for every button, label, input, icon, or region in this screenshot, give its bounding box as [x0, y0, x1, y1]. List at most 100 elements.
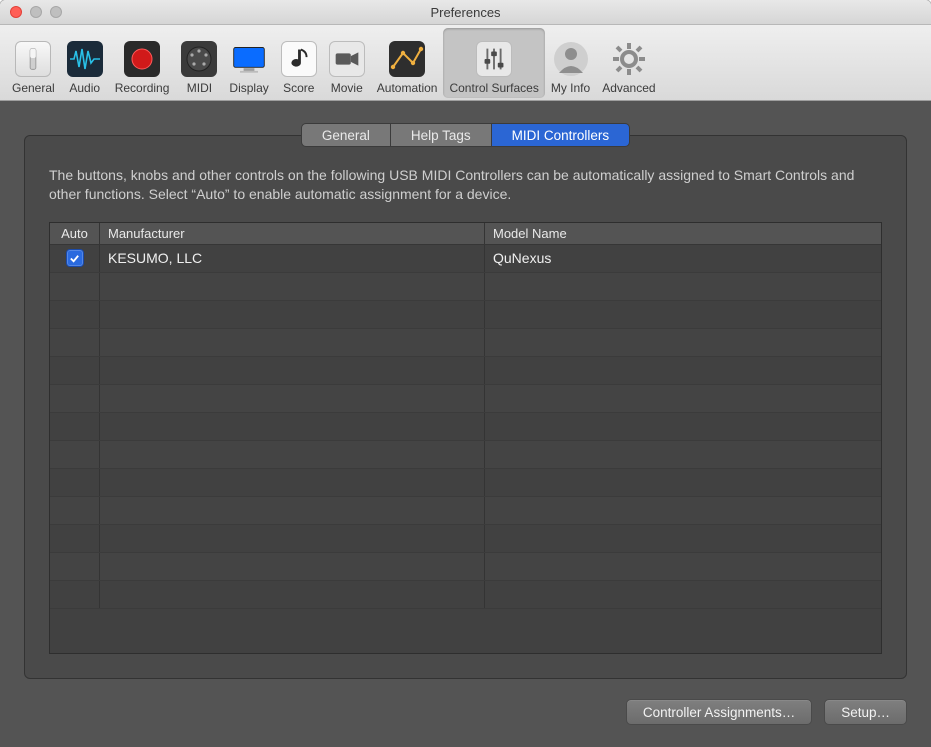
preferences-body: General Help Tags MIDI Controllers The b… [0, 101, 931, 747]
cell-empty [50, 497, 100, 524]
column-header-auto[interactable]: Auto [50, 223, 100, 244]
titlebar: Preferences [0, 0, 931, 25]
cell-empty [485, 441, 881, 468]
cell-empty [485, 413, 881, 440]
cell-empty [100, 441, 485, 468]
cell-empty [485, 553, 881, 580]
table-row-empty [50, 469, 881, 497]
toolbar-tab-midi[interactable]: MIDI [175, 28, 223, 98]
table-row-empty [50, 385, 881, 413]
toolbar-tab-score[interactable]: Score [275, 28, 323, 98]
cell-empty [100, 581, 485, 608]
cell-empty [50, 357, 100, 384]
table-body: KESUMO, LLCQuNexus [50, 245, 881, 653]
cell-empty [50, 469, 100, 496]
control-surfaces-subtabs: General Help Tags MIDI Controllers [24, 123, 907, 147]
preferences-window: Preferences General Audio Recording MI [0, 0, 931, 747]
window-controls [0, 6, 62, 18]
zoom-window-button[interactable] [50, 6, 62, 18]
toolbar-tab-movie[interactable]: Movie [323, 28, 371, 98]
person-silhouette-icon [553, 41, 589, 77]
toolbar-tab-general[interactable]: General [6, 28, 61, 98]
controllers-table: Auto Manufacturer Model Name KESUMO, LLC… [49, 222, 882, 654]
cell-empty [50, 581, 100, 608]
toolbar-label: My Info [551, 81, 590, 95]
movie-camera-icon [329, 41, 365, 77]
gear-icon [611, 41, 647, 77]
minimize-window-button[interactable] [30, 6, 42, 18]
toolbar-label: Audio [69, 81, 100, 95]
cell-empty [485, 273, 881, 300]
preferences-toolbar: General Audio Recording MIDI Display [0, 25, 931, 101]
table-row-empty [50, 441, 881, 469]
close-window-button[interactable] [10, 6, 22, 18]
table-row-empty [50, 301, 881, 329]
cell-empty [50, 553, 100, 580]
toolbar-tab-control-surfaces[interactable]: Control Surfaces [443, 28, 544, 98]
toolbar-tab-automation[interactable]: Automation [371, 28, 444, 98]
column-header-manufacturer[interactable]: Manufacturer [100, 223, 485, 244]
midi-connector-icon [181, 41, 217, 77]
window-title: Preferences [0, 5, 931, 20]
toolbar-label: Control Surfaces [449, 81, 538, 95]
cell-empty [50, 385, 100, 412]
cell-empty [485, 385, 881, 412]
cell-auto [50, 245, 100, 272]
column-header-model[interactable]: Model Name [485, 223, 881, 244]
toolbar-label: Recording [115, 81, 170, 95]
subtab-general[interactable]: General [301, 123, 391, 147]
cell-empty [100, 329, 485, 356]
cell-empty [50, 301, 100, 328]
table-row-empty [50, 357, 881, 385]
panel-description: The buttons, knobs and other controls on… [49, 166, 882, 204]
toolbar-tab-my-info[interactable]: My Info [545, 28, 596, 98]
audio-waveform-icon [67, 41, 103, 77]
toolbar-label: Score [283, 81, 314, 95]
cell-empty [100, 385, 485, 412]
record-icon [124, 41, 160, 77]
cell-empty [100, 553, 485, 580]
cell-empty [100, 497, 485, 524]
auto-checkbox[interactable] [67, 250, 83, 266]
table-header-row: Auto Manufacturer Model Name [50, 223, 881, 245]
cell-empty [100, 357, 485, 384]
toolbar-label: Display [229, 81, 268, 95]
table-row-empty [50, 553, 881, 581]
subtab-midi-controllers[interactable]: MIDI Controllers [492, 123, 631, 147]
toolbar-label: Automation [377, 81, 438, 95]
toolbar-label: General [12, 81, 55, 95]
display-monitor-icon [231, 41, 267, 77]
toolbar-tab-display[interactable]: Display [223, 28, 274, 98]
subtab-help-tags[interactable]: Help Tags [391, 123, 492, 147]
controller-assignments-button[interactable]: Controller Assignments… [626, 699, 812, 725]
cell-empty [100, 273, 485, 300]
cell-empty [485, 301, 881, 328]
cell-manufacturer: KESUMO, LLC [100, 245, 485, 272]
cell-empty [50, 413, 100, 440]
toolbar-tab-audio[interactable]: Audio [61, 28, 109, 98]
table-row-empty [50, 581, 881, 609]
toolbar-label: Advanced [602, 81, 655, 95]
cell-empty [100, 525, 485, 552]
table-row[interactable]: KESUMO, LLCQuNexus [50, 245, 881, 273]
score-note-icon [281, 41, 317, 77]
table-row-empty [50, 329, 881, 357]
general-switch-icon [15, 41, 51, 77]
toolbar-tab-advanced[interactable]: Advanced [596, 28, 661, 98]
toolbar-tab-recording[interactable]: Recording [109, 28, 176, 98]
toolbar-label: MIDI [187, 81, 212, 95]
cell-empty [485, 581, 881, 608]
cell-empty [50, 273, 100, 300]
table-row-empty [50, 273, 881, 301]
cell-empty [50, 441, 100, 468]
cell-empty [485, 357, 881, 384]
control-surfaces-faders-icon [476, 41, 512, 77]
cell-empty [485, 525, 881, 552]
setup-button[interactable]: Setup… [824, 699, 907, 725]
cell-empty [100, 469, 485, 496]
cell-empty [485, 469, 881, 496]
footer-buttons: Controller Assignments… Setup… [24, 699, 907, 725]
table-row-empty [50, 413, 881, 441]
table-row-empty [50, 525, 881, 553]
automation-curve-icon [389, 41, 425, 77]
